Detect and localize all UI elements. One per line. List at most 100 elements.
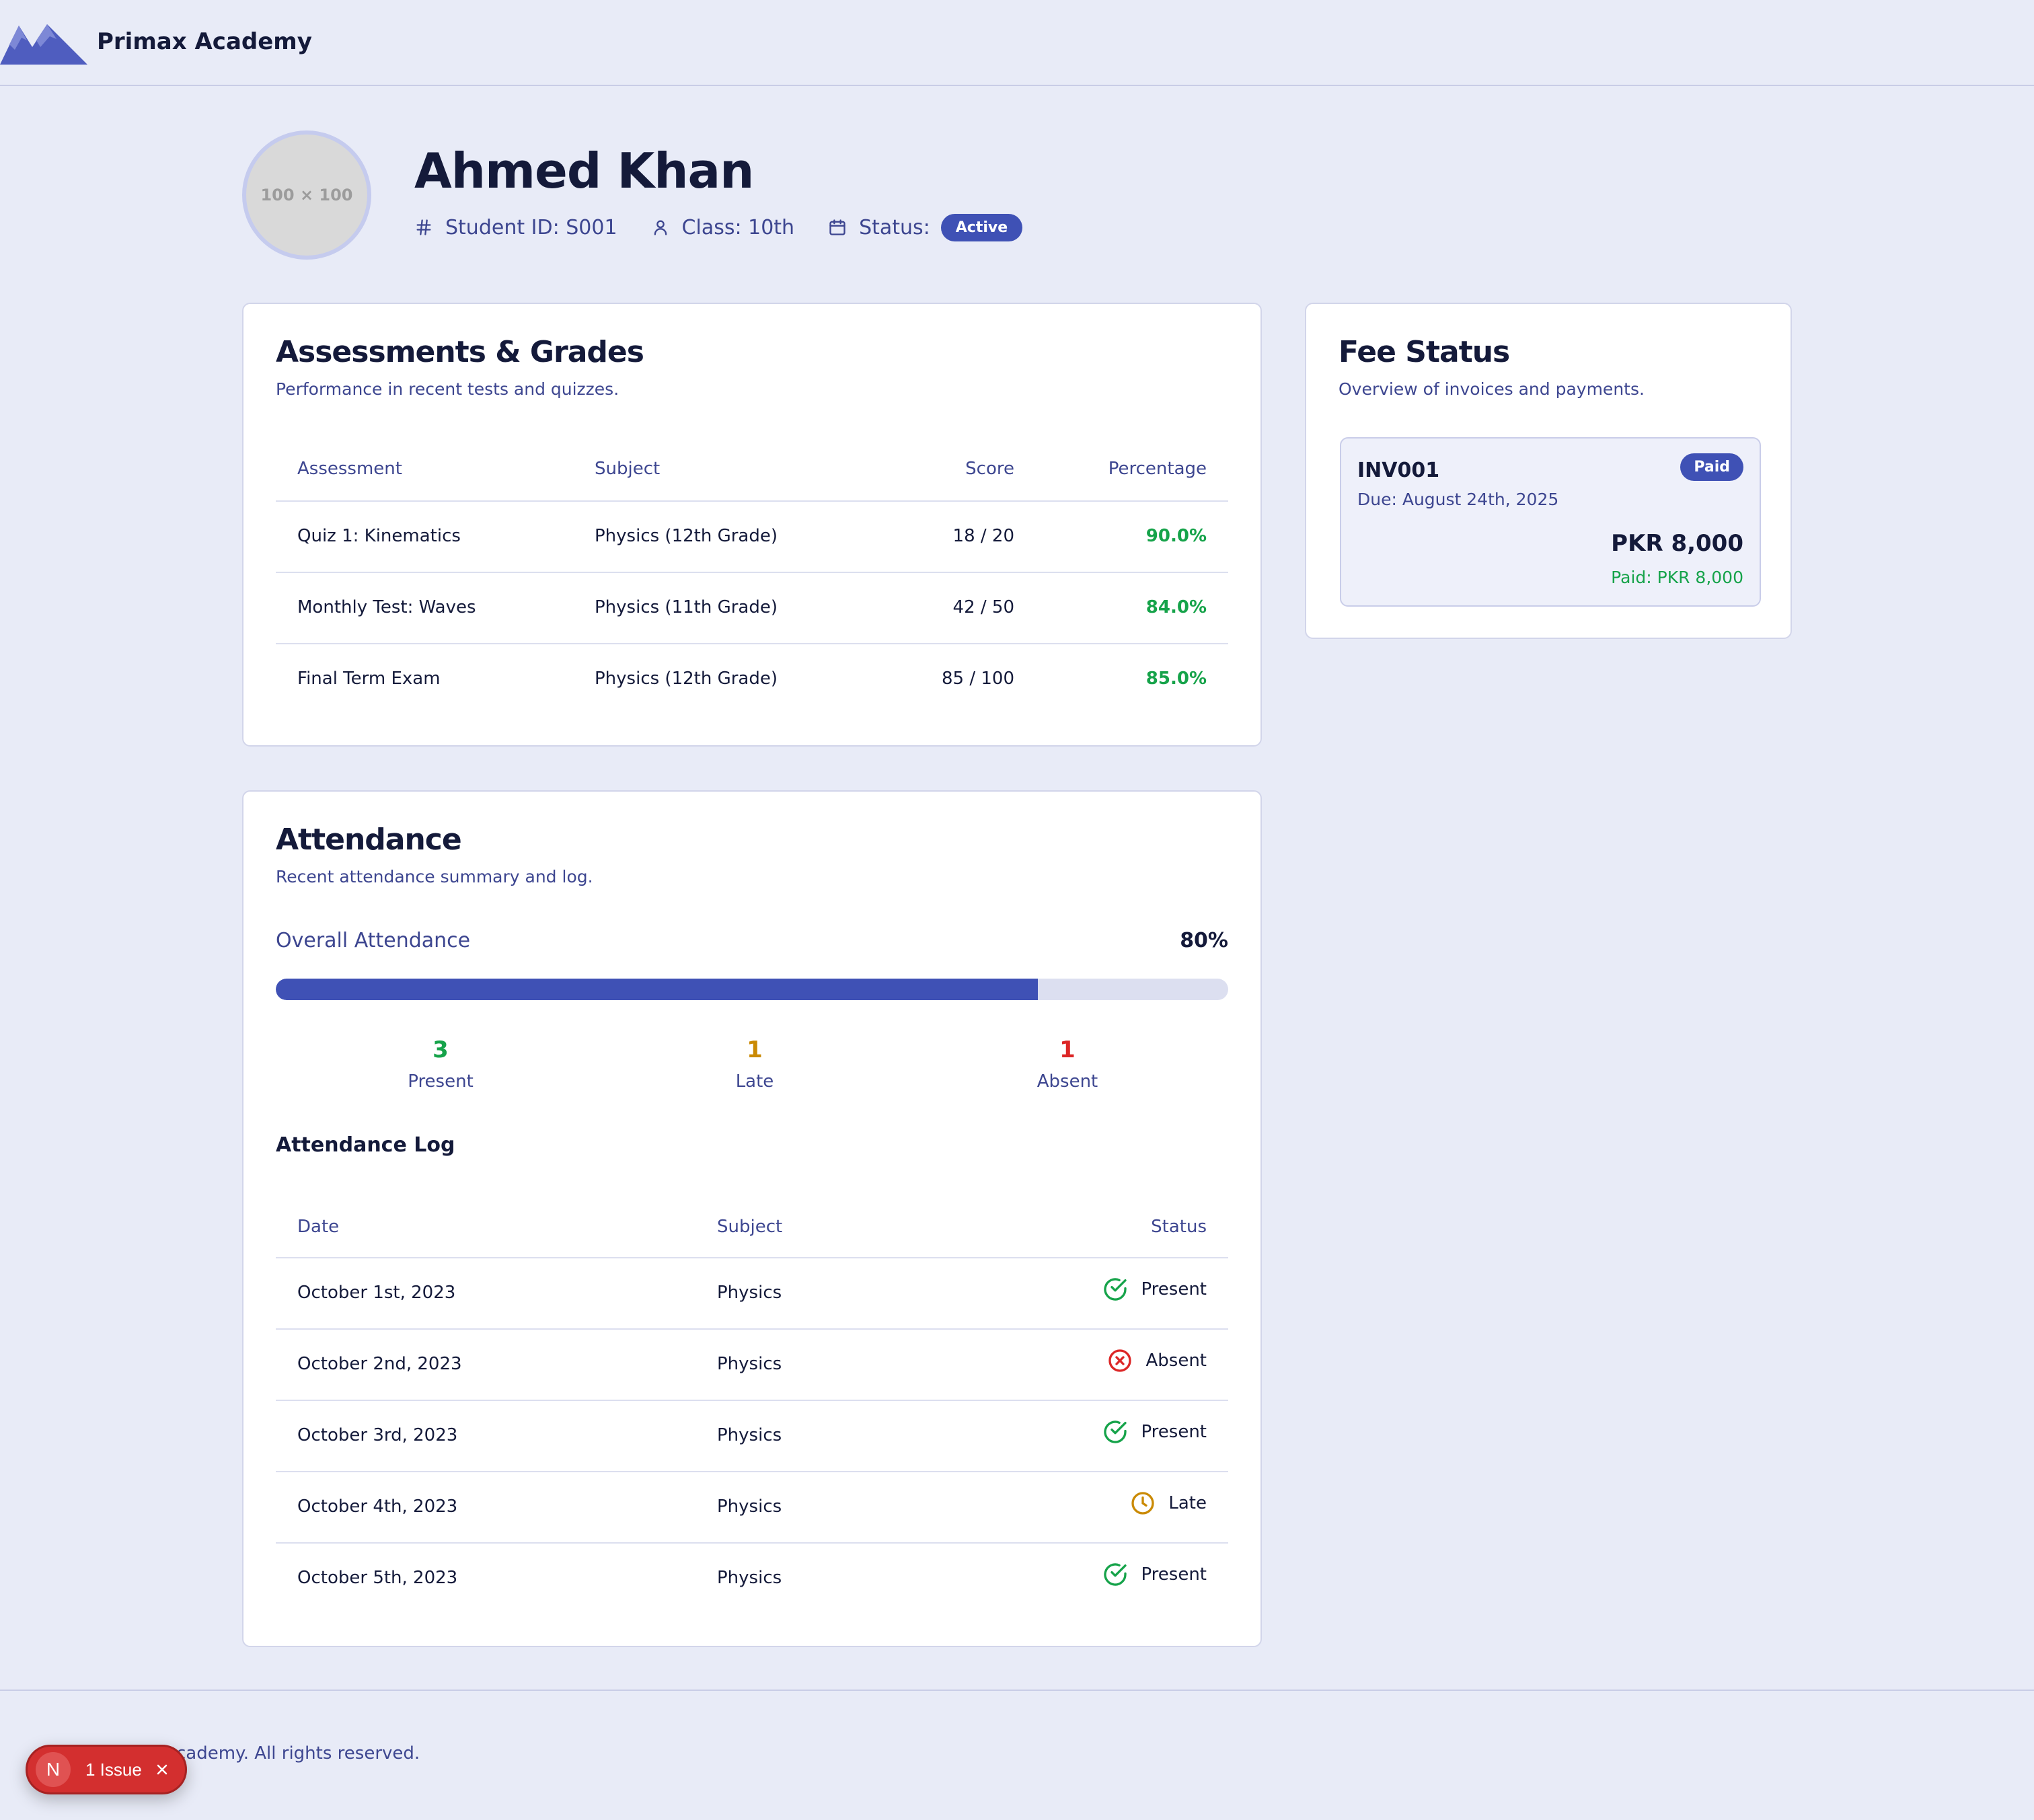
close-icon[interactable] (154, 1761, 170, 1778)
x-circle-icon (1108, 1349, 1132, 1372)
brand-name[interactable]: Primax Academy (97, 28, 312, 55)
footer-divider (0, 1690, 2034, 1691)
invoice-status-badge: Paid (1680, 453, 1743, 481)
log-status: Absent (1106, 1346, 1207, 1375)
late-label: Late (735, 1071, 774, 1092)
invoice-paid-amount: Paid: PKR 8,000 (1611, 568, 1743, 587)
column-header-subject: Subject (595, 459, 661, 479)
log-subject: Physics (717, 1283, 782, 1303)
student-status: Status: Active (828, 213, 1023, 241)
late-count: 1 (747, 1036, 763, 1063)
present-label: Present (408, 1071, 474, 1092)
calendar-icon (829, 219, 845, 235)
log-status-text: Present (1141, 1279, 1207, 1299)
overall-attendance-label: Overall Attendance (276, 929, 471, 952)
divider (276, 1257, 1228, 1258)
log-date: October 2nd, 2023 (297, 1354, 462, 1374)
log-status-text: Late (1168, 1493, 1207, 1513)
attendance-progress-fill (276, 979, 1038, 1000)
footer-copyright: cademy. All rights reserved. (176, 1743, 420, 1764)
divider (276, 643, 1228, 644)
overall-attendance-value: 80% (1180, 929, 1228, 952)
absent-count: 1 (1059, 1036, 1076, 1063)
column-header-status: Status (1151, 1217, 1207, 1237)
attendance-title: Attendance (276, 823, 462, 857)
invoice-card[interactable]: INV001 Paid Due: August 24th, 2025 PKR 8… (1340, 437, 1761, 607)
fee-status-card: Fee Status Overview of invoices and paym… (1305, 303, 1792, 639)
column-header-score: Score (965, 459, 1014, 479)
assessment-name: Monthly Test: Waves (297, 597, 476, 617)
student-class-text: Class: 10th (681, 215, 795, 239)
student-meta: Student ID: S001 Class: 10th Status: Act… (414, 213, 1023, 242)
student-class: Class: 10th (651, 215, 795, 239)
invoice-id: INV001 (1357, 459, 1440, 482)
invoice-due-date: Due: August 24th, 2025 (1357, 490, 1559, 509)
divider (276, 1328, 1228, 1330)
issues-count-label[interactable]: 1 Issue (85, 1759, 142, 1780)
assessment-score: 42 / 50 (952, 597, 1014, 617)
attendance-log-title: Attendance Log (276, 1133, 455, 1157)
log-status-text: Present (1141, 1564, 1207, 1585)
assessment-name: Quiz 1: Kinematics (297, 526, 461, 546)
log-subject: Physics (717, 1568, 782, 1588)
present-count: 3 (432, 1036, 449, 1063)
log-date: October 3rd, 2023 (297, 1425, 458, 1445)
fee-title: Fee Status (1339, 335, 1510, 369)
hash-icon (416, 219, 431, 235)
student-id: Student ID: S001 (414, 216, 617, 239)
assessment-subject: Physics (12th Grade) (595, 526, 778, 546)
log-status: Present (1102, 1275, 1207, 1304)
user-icon (654, 220, 667, 235)
avatar-placeholder-text: 100 × 100 (260, 186, 353, 204)
divider (276, 572, 1228, 573)
assessment-name: Final Term Exam (297, 669, 441, 689)
check-circle-icon (1104, 1420, 1127, 1443)
assessment-percentage: 85.0% (1145, 669, 1207, 689)
log-date: October 1st, 2023 (297, 1283, 456, 1303)
assessments-card: Assessments & Grades Performance in rece… (242, 303, 1262, 747)
assessment-score: 18 / 20 (952, 526, 1014, 546)
clock-icon (1131, 1492, 1155, 1515)
attendance-card: Attendance Recent attendance summary and… (242, 790, 1262, 1647)
assessment-percentage: 84.0% (1145, 597, 1207, 617)
divider (276, 500, 1228, 502)
log-subject: Physics (717, 1496, 782, 1517)
assessment-percentage: 90.0% (1145, 526, 1207, 546)
log-status: Late (1129, 1488, 1207, 1518)
assessments-subtitle: Performance in recent tests and quizzes. (276, 379, 619, 399)
check-circle-icon (1104, 1563, 1127, 1586)
divider (276, 1471, 1228, 1472)
assessment-subject: Physics (12th Grade) (595, 669, 778, 689)
attendance-progress-bar (276, 979, 1228, 1000)
attendance-subtitle: Recent attendance summary and log. (276, 867, 593, 886)
fee-subtitle: Overview of invoices and payments. (1339, 379, 1645, 399)
log-status-text: Absent (1145, 1351, 1207, 1371)
column-header-percentage: Percentage (1108, 459, 1207, 479)
status-badge: Active (940, 213, 1023, 241)
column-header-subject: Subject (717, 1217, 783, 1237)
assessments-title: Assessments & Grades (276, 335, 644, 369)
avatar: 100 × 100 (242, 130, 371, 260)
log-subject: Physics (717, 1354, 782, 1374)
log-status: Present (1102, 1417, 1207, 1447)
invoice-amount: PKR 8,000 (1611, 530, 1743, 557)
absent-label: Absent (1037, 1071, 1098, 1092)
divider (276, 1542, 1228, 1544)
mountain-logo-icon[interactable] (0, 20, 87, 65)
student-id-text: Student ID: S001 (445, 215, 617, 239)
check-circle-icon (1104, 1278, 1127, 1301)
student-name: Ahmed Khan (414, 143, 754, 199)
log-date: October 4th, 2023 (297, 1496, 458, 1517)
column-header-date: Date (297, 1217, 340, 1237)
column-header-assessment: Assessment (297, 459, 402, 479)
log-status-text: Present (1141, 1422, 1207, 1442)
log-subject: Physics (717, 1425, 782, 1445)
log-status: Present (1102, 1560, 1207, 1589)
nextjs-logo-icon[interactable]: N (36, 1752, 71, 1787)
divider (276, 1400, 1228, 1401)
log-date: October 5th, 2023 (297, 1568, 458, 1588)
issues-badge[interactable]: N 1 Issue (26, 1745, 187, 1794)
assessment-score: 85 / 100 (942, 669, 1014, 689)
assessment-subject: Physics (11th Grade) (595, 597, 778, 617)
status-label: Status: (859, 215, 930, 239)
